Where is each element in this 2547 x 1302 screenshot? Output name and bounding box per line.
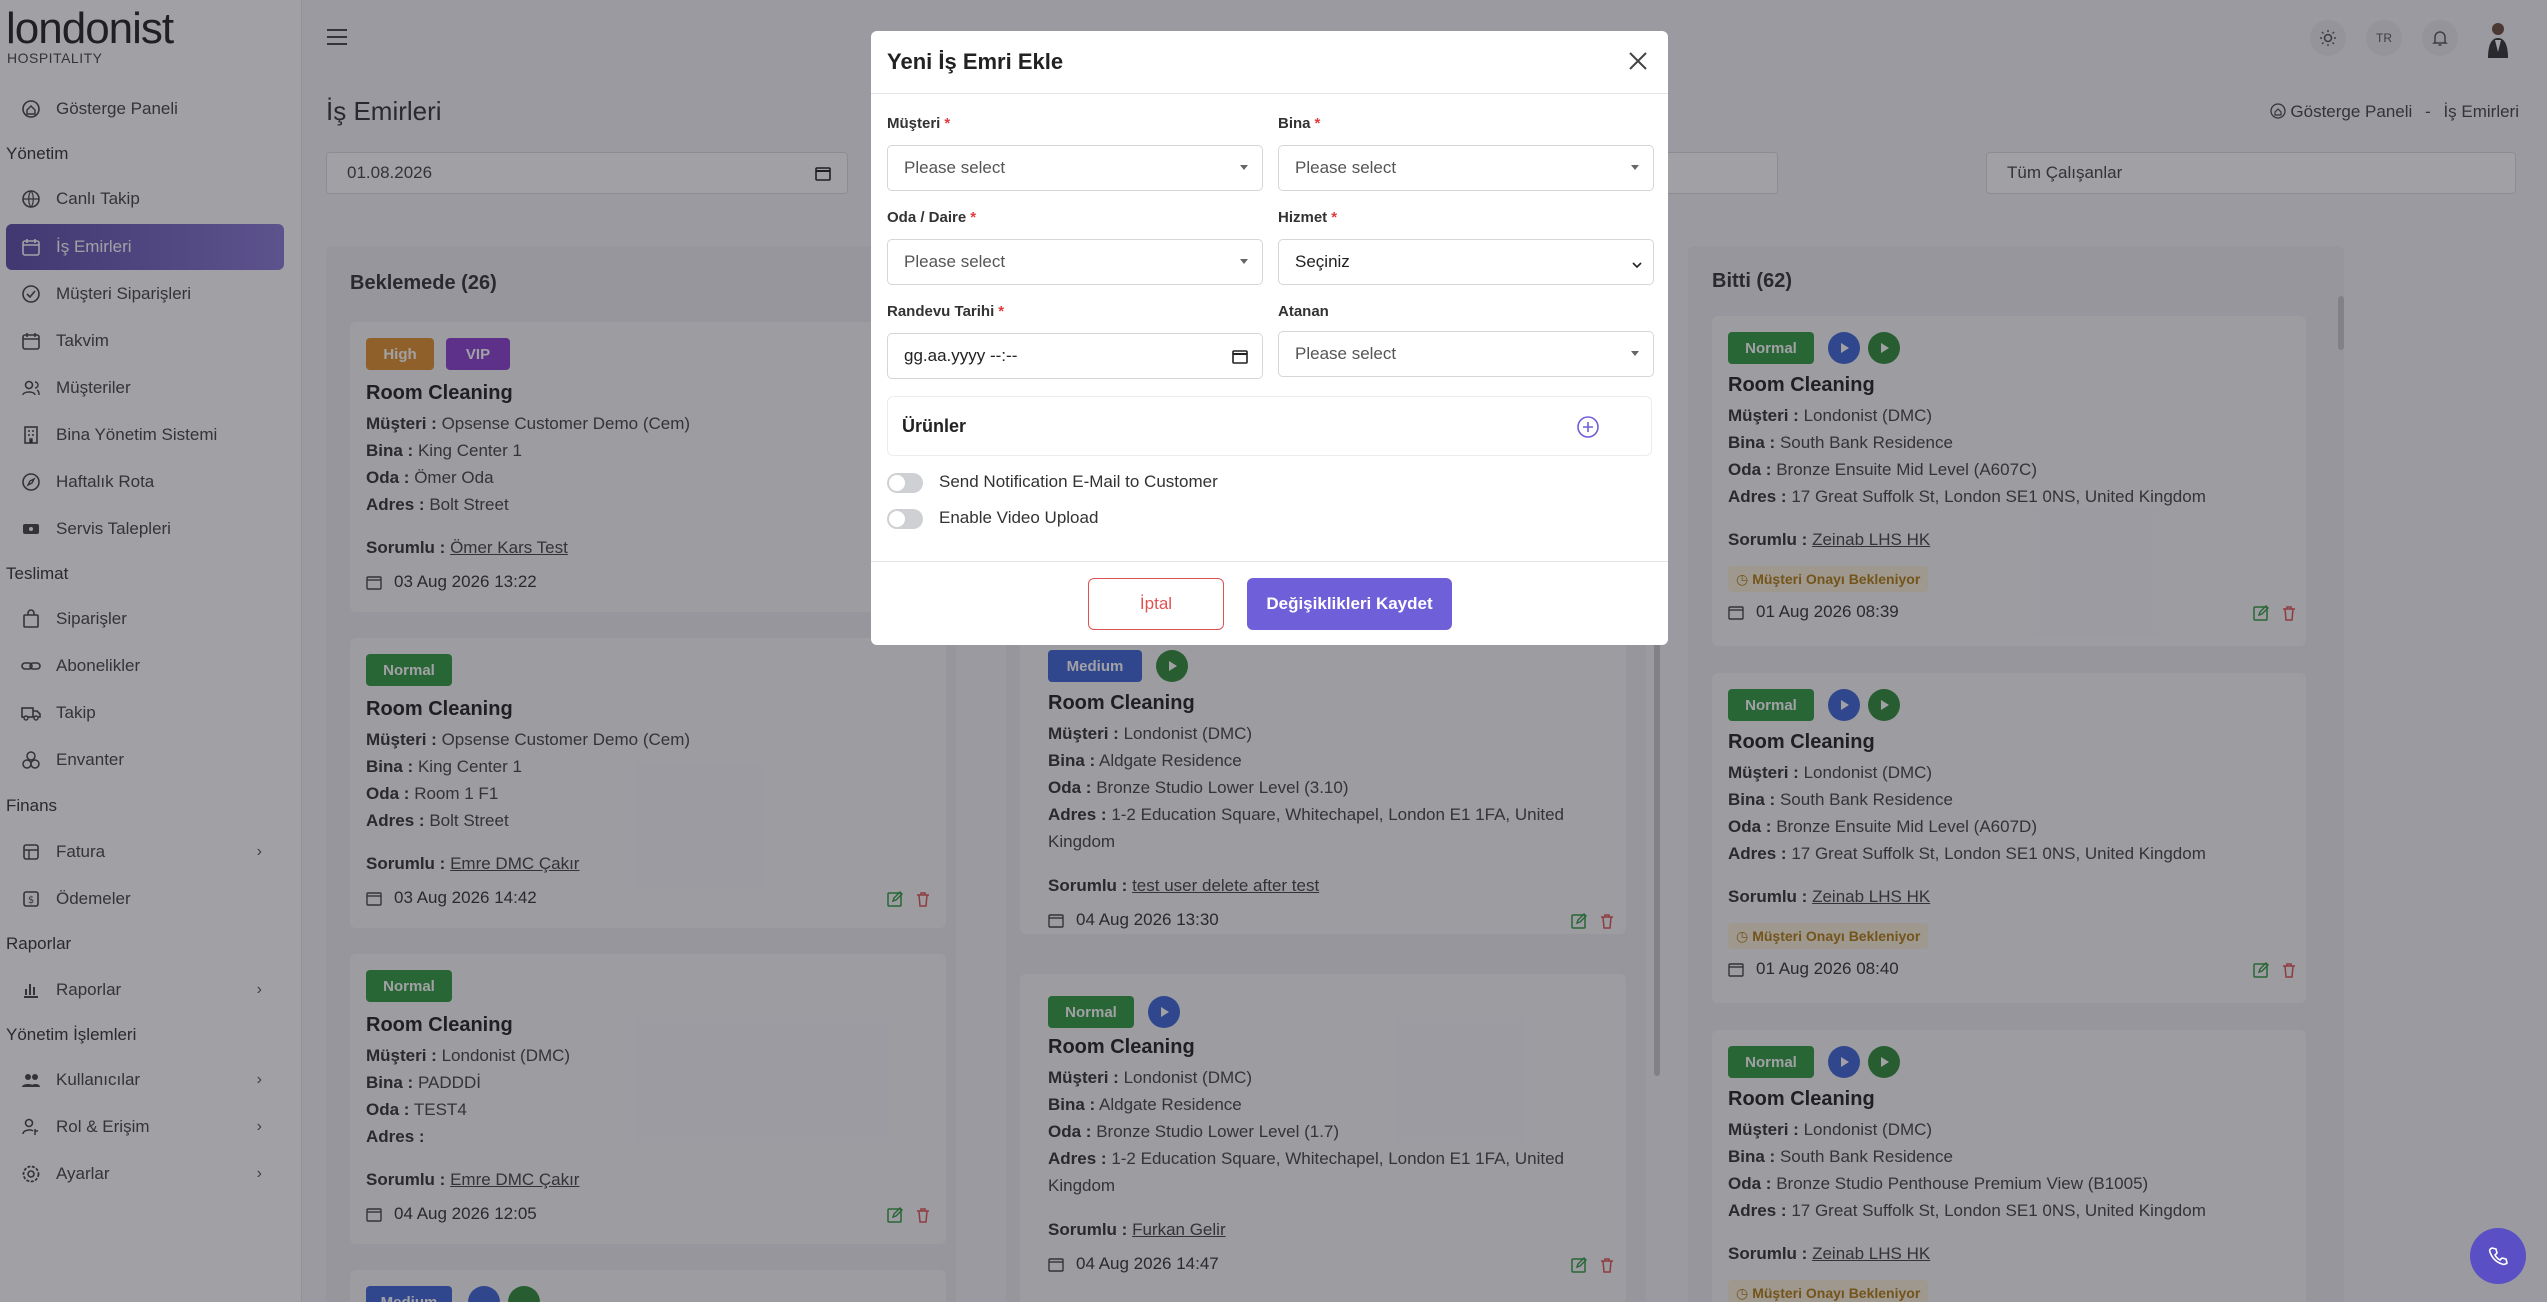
phone-icon <box>2488 1247 2508 1266</box>
service-select[interactable]: Seçiniz <box>1278 239 1654 285</box>
modal-divider <box>871 561 1668 562</box>
new-workorder-modal: Yeni İş Emri Ekle Müşteri * Please select… <box>871 31 1668 645</box>
phone-button[interactable] <box>2470 1228 2526 1284</box>
service-label: Hizmet * <box>1278 209 1338 226</box>
caret-down-icon <box>1240 259 1248 264</box>
appointment-date-input[interactable]: gg.aa.yyyy --:-- <box>887 333 1263 379</box>
cancel-button[interactable]: İptal <box>1088 578 1224 630</box>
notify-toggle[interactable] <box>887 473 923 493</box>
notify-label: Send Notification E-Mail to Customer <box>939 472 1218 491</box>
caret-down-icon <box>1240 165 1248 170</box>
add-product-icon[interactable] <box>1576 415 1600 444</box>
room-select[interactable]: Please select <box>887 239 1263 285</box>
video-upload-toggle[interactable] <box>887 509 923 529</box>
calendar-icon <box>1232 348 1248 369</box>
caret-down-icon <box>1631 351 1639 356</box>
products-label: Ürünler <box>902 415 967 436</box>
building-label: Bina * <box>1278 115 1321 132</box>
modal-divider <box>871 93 1668 94</box>
customer-label: Müşteri * <box>887 115 951 132</box>
video-upload-label: Enable Video Upload <box>939 508 1099 527</box>
save-button[interactable]: Değişiklikleri Kaydet <box>1247 578 1452 630</box>
room-label: Oda / Daire * <box>887 209 977 226</box>
building-select[interactable]: Please select <box>1278 145 1654 191</box>
date-label: Randevu Tarihi * <box>887 303 1005 320</box>
close-icon[interactable] <box>1626 49 1650 73</box>
assignee-label: Atanan <box>1278 303 1329 320</box>
customer-select[interactable]: Please select <box>887 145 1263 191</box>
caret-down-icon <box>1631 165 1639 170</box>
chevron-down-icon <box>1631 256 1643 276</box>
assignee-select[interactable]: Please select <box>1278 331 1654 377</box>
products-section: Ürünler <box>887 396 1652 456</box>
modal-title: Yeni İş Emri Ekle <box>887 49 1064 74</box>
